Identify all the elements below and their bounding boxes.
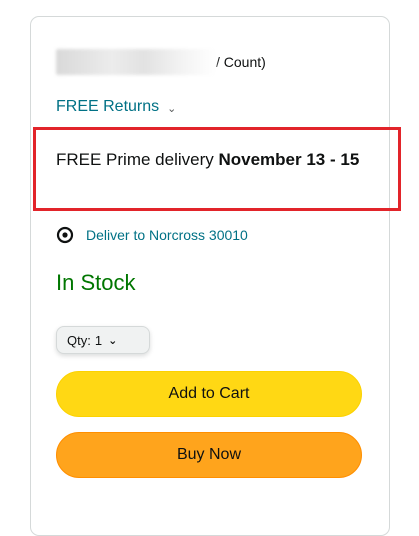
quantity-value: 1	[94, 332, 103, 348]
quantity-label: Qty:	[67, 332, 91, 348]
quantity-select[interactable]: Qty: 1 ⌄	[56, 326, 150, 354]
deliver-to-label: Deliver to Norcross 30010	[86, 227, 248, 243]
chevron-down-icon: ⌄	[167, 102, 177, 115]
add-to-cart-label: Add to Cart	[168, 385, 250, 402]
price-row: / Count)	[56, 48, 266, 76]
chevron-down-icon: ⌄	[108, 334, 118, 347]
price-unit-label: / Count)	[216, 54, 266, 70]
delivery-dates: November 13 - 15	[218, 150, 360, 169]
delivery-message: FREE Prime delivery November 13 - 15	[56, 147, 376, 173]
buy-now-button[interactable]: Buy Now	[56, 432, 362, 478]
buy-now-label: Buy Now	[176, 446, 242, 463]
location-pin-icon	[56, 226, 74, 244]
deliver-to-link[interactable]: Deliver to Norcross 30010	[56, 226, 248, 244]
free-returns-link[interactable]: FREE Returns ⌄	[56, 98, 176, 116]
delivery-prefix: FREE Prime delivery	[56, 150, 219, 169]
redacted-price	[56, 49, 216, 75]
add-to-cart-button[interactable]: Add to Cart	[56, 371, 362, 417]
stock-status: In Stock	[56, 270, 136, 295]
free-returns-label: FREE Returns	[56, 98, 160, 115]
